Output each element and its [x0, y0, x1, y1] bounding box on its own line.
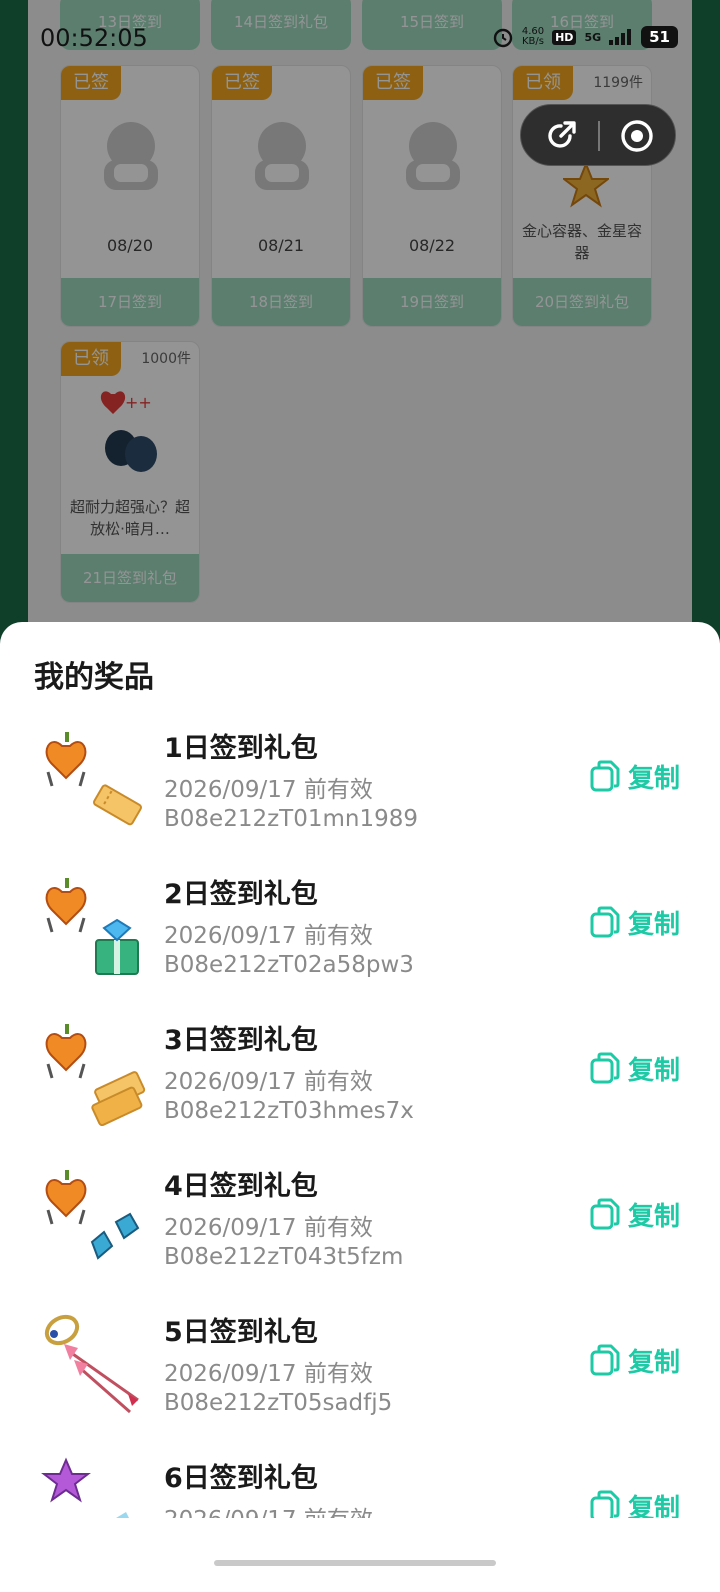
copy-label: 复制 — [628, 1347, 681, 1378]
prize-list: 1日签到礼包 2026/09/17 前有效 B08e212zT01mn1989 … — [0, 716, 720, 1518]
copy-button[interactable]: 复制 — [590, 756, 680, 796]
prize-code: B08e212zT03hmes7x — [164, 1098, 414, 1124]
prize-row-5: 5日签到礼包 2026/09/17 前有效 B08e212zT05sadfj5 … — [0, 1300, 720, 1446]
prize-validity: 2026/09/17 前有效 — [164, 923, 373, 949]
ring-and-arrows-icon — [44, 1314, 139, 1414]
copy-label: 复制 — [628, 763, 681, 794]
copy-icon — [590, 906, 620, 938]
status-time: 00:52:05 — [40, 24, 148, 52]
prize-validity: 2026/09/17 前有效 — [164, 777, 373, 803]
hd-badge: HD — [552, 29, 577, 45]
heart-and-tickets-icon — [45, 1024, 146, 1126]
copy-button[interactable]: 复制 — [590, 902, 680, 942]
status-icons: 4.60 KB/s HD 5G 51 — [492, 26, 678, 48]
copy-label: 复制 — [628, 1493, 681, 1519]
copy-icon — [590, 1052, 620, 1084]
capsule-divider — [598, 121, 600, 151]
prize-name: 3日签到礼包 — [164, 1025, 318, 1056]
prize-validity: 2026/09/17 前有效 — [164, 1361, 373, 1387]
status-bar: 00:52:05 4.60 KB/s HD 5G 51 — [0, 0, 720, 76]
copy-label: 复制 — [628, 1055, 681, 1086]
my-prizes-sheet: 我的奖品 1日签到礼包 2026/09/17 前有效 B08e212zT01mn… — [0, 622, 720, 1592]
prize-row-6: 6日签到礼包 2026/09/17 前有效 复制 — [0, 1446, 720, 1518]
prize-row-2: 2日签到礼包 2026/09/17 前有效 B08e212zT02a58pw3 … — [0, 862, 720, 1008]
miniprogram-capsule — [520, 104, 676, 166]
prize-row-4: 4日签到礼包 2026/09/17 前有效 B08e212zT043t5fzm … — [0, 1154, 720, 1300]
share-icon[interactable] — [543, 118, 579, 154]
prize-name: 1日签到礼包 — [164, 733, 318, 764]
copy-label: 复制 — [628, 909, 681, 940]
heart-and-ticket-icon — [45, 732, 142, 826]
prize-validity: 2026/09/17 前有效 — [164, 1215, 373, 1241]
battery-level: 51 — [641, 26, 678, 48]
signal-icon — [609, 29, 632, 45]
prize-name: 5日签到礼包 — [164, 1317, 318, 1348]
copy-button[interactable]: 复制 — [590, 1048, 680, 1088]
network-type: 5G — [584, 30, 602, 44]
prize-validity: 2026/09/17 前有效 — [164, 1069, 373, 1095]
heart-and-giftbox-icon — [45, 878, 139, 975]
close-target-icon[interactable] — [619, 118, 655, 154]
copy-button[interactable]: 复制 — [590, 1340, 680, 1380]
net-speed: 4.60 KB/s — [522, 27, 544, 47]
copy-button[interactable]: 复制 — [590, 1486, 680, 1518]
prize-row-1: 1日签到礼包 2026/09/17 前有效 B08e212zT01mn1989 … — [0, 716, 720, 862]
copy-icon — [590, 1344, 620, 1376]
net-speed-unit: KB/s — [521, 36, 544, 47]
copy-icon — [590, 1490, 620, 1518]
prize-code: B08e212zT043t5fzm — [164, 1244, 404, 1270]
copy-button[interactable]: 复制 — [590, 1194, 680, 1234]
prize-code: B08e212zT02a58pw3 — [164, 952, 414, 978]
heart-and-gems-icon — [45, 1170, 140, 1260]
copy-icon — [590, 1198, 620, 1230]
prize-row-3: 3日签到礼包 2026/09/17 前有效 B08e212zT03hmes7x … — [0, 1008, 720, 1154]
star-and-gems-icon — [41, 1457, 129, 1518]
prize-name: 6日签到礼包 — [164, 1463, 318, 1494]
prize-name: 2日签到礼包 — [164, 879, 318, 910]
home-indicator[interactable] — [214, 1560, 496, 1566]
sheet-title: 我的奖品 — [34, 660, 154, 695]
alarm-icon — [493, 28, 513, 48]
prize-validity: 2026/09/17 前有效 — [164, 1500, 373, 1518]
prize-code: B08e212zT01mn1989 — [164, 806, 418, 832]
copy-label: 复制 — [628, 1201, 681, 1232]
copy-icon — [590, 760, 620, 792]
prize-code: B08e212zT05sadfj5 — [164, 1390, 393, 1416]
prize-name: 4日签到礼包 — [164, 1171, 318, 1202]
